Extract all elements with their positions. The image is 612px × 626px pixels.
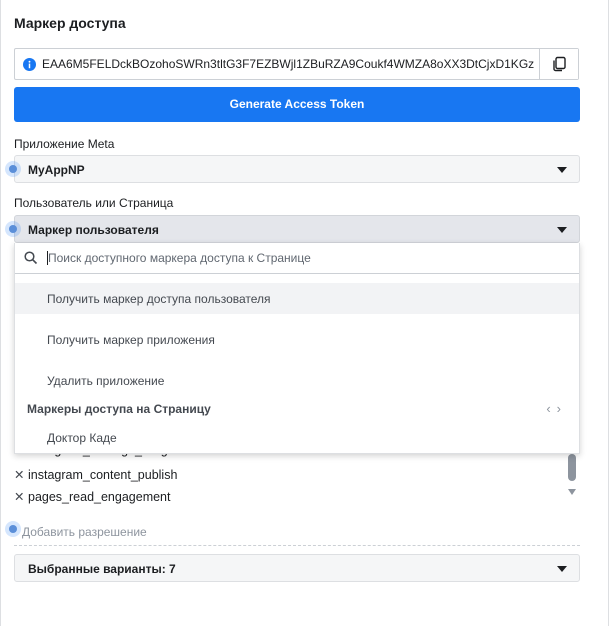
access-token-value[interactable]: EAA6M5FELDckBOzohoSWRn3tltG3F7EZBWjl1ZBu… — [42, 57, 538, 71]
chevron-right-icon[interactable]: › — [557, 401, 567, 416]
selected-options-select[interactable]: Выбранные варианты: 7 — [14, 554, 580, 582]
user-or-page-value: Маркер пользователя — [28, 223, 159, 237]
highlight-dot — [5, 521, 21, 537]
remove-icon[interactable]: ✕ — [14, 467, 28, 482]
access-token-field[interactable]: EAA6M5FELDckBOzohoSWRn3tltG3F7EZBWjl1ZBu… — [14, 48, 579, 80]
add-permission-input[interactable]: Добавить разрешение — [22, 525, 147, 539]
dropdown-item-page[interactable]: Доктор Каде — [15, 422, 579, 453]
permissions-scrollbar-thumb[interactable] — [568, 454, 576, 481]
user-or-page-select[interactable]: Маркер пользователя — [14, 215, 580, 243]
search-icon — [24, 251, 38, 265]
copy-token-button[interactable] — [539, 49, 578, 79]
dropdown-item-get-app-token[interactable]: Получить маркер приложения — [15, 324, 579, 355]
permission-item[interactable]: ✕ instagram_content_publish — [14, 467, 177, 482]
divider — [14, 545, 580, 546]
panel-right-border — [608, 0, 609, 626]
page-nav-arrows[interactable]: ‹› — [546, 401, 567, 416]
user-or-page-dropdown: Получить маркер доступа пользователя Пол… — [14, 243, 580, 454]
meta-app-label: Приложение Meta — [14, 137, 115, 151]
meta-app-select[interactable]: MyAppNP — [14, 155, 580, 183]
chevron-left-icon[interactable]: ‹ — [546, 401, 556, 416]
page-tokens-section-title: Маркеры доступа на Страницу — [27, 402, 211, 416]
dropdown-search-input[interactable] — [47, 248, 568, 268]
user-or-page-label: Пользователь или Страница — [14, 196, 174, 210]
selected-options-value: Выбранные варианты: 7 — [28, 562, 176, 576]
chevron-down-icon — [557, 227, 567, 233]
generate-access-token-button[interactable]: Generate Access Token — [14, 87, 580, 122]
copy-icon — [553, 56, 566, 72]
highlight-dot — [5, 221, 21, 237]
panel-left-border — [0, 0, 1, 626]
meta-app-value: MyAppNP — [28, 163, 85, 177]
text-cursor — [47, 251, 48, 265]
chevron-down-icon — [557, 167, 567, 173]
highlight-dot — [5, 161, 21, 177]
section-title: Маркер доступа — [14, 15, 126, 31]
dropdown-item-get-user-token[interactable]: Получить маркер доступа пользователя — [15, 283, 579, 314]
info-icon — [23, 58, 36, 71]
remove-icon[interactable]: ✕ — [14, 489, 28, 504]
chevron-down-icon — [557, 566, 567, 572]
scroll-down-arrow-icon[interactable] — [568, 489, 576, 495]
permission-item[interactable]: ✕ pages_read_engagement — [14, 489, 170, 504]
dropdown-search — [15, 243, 579, 274]
dropdown-item-remove-app[interactable]: Удалить приложение — [15, 365, 579, 396]
